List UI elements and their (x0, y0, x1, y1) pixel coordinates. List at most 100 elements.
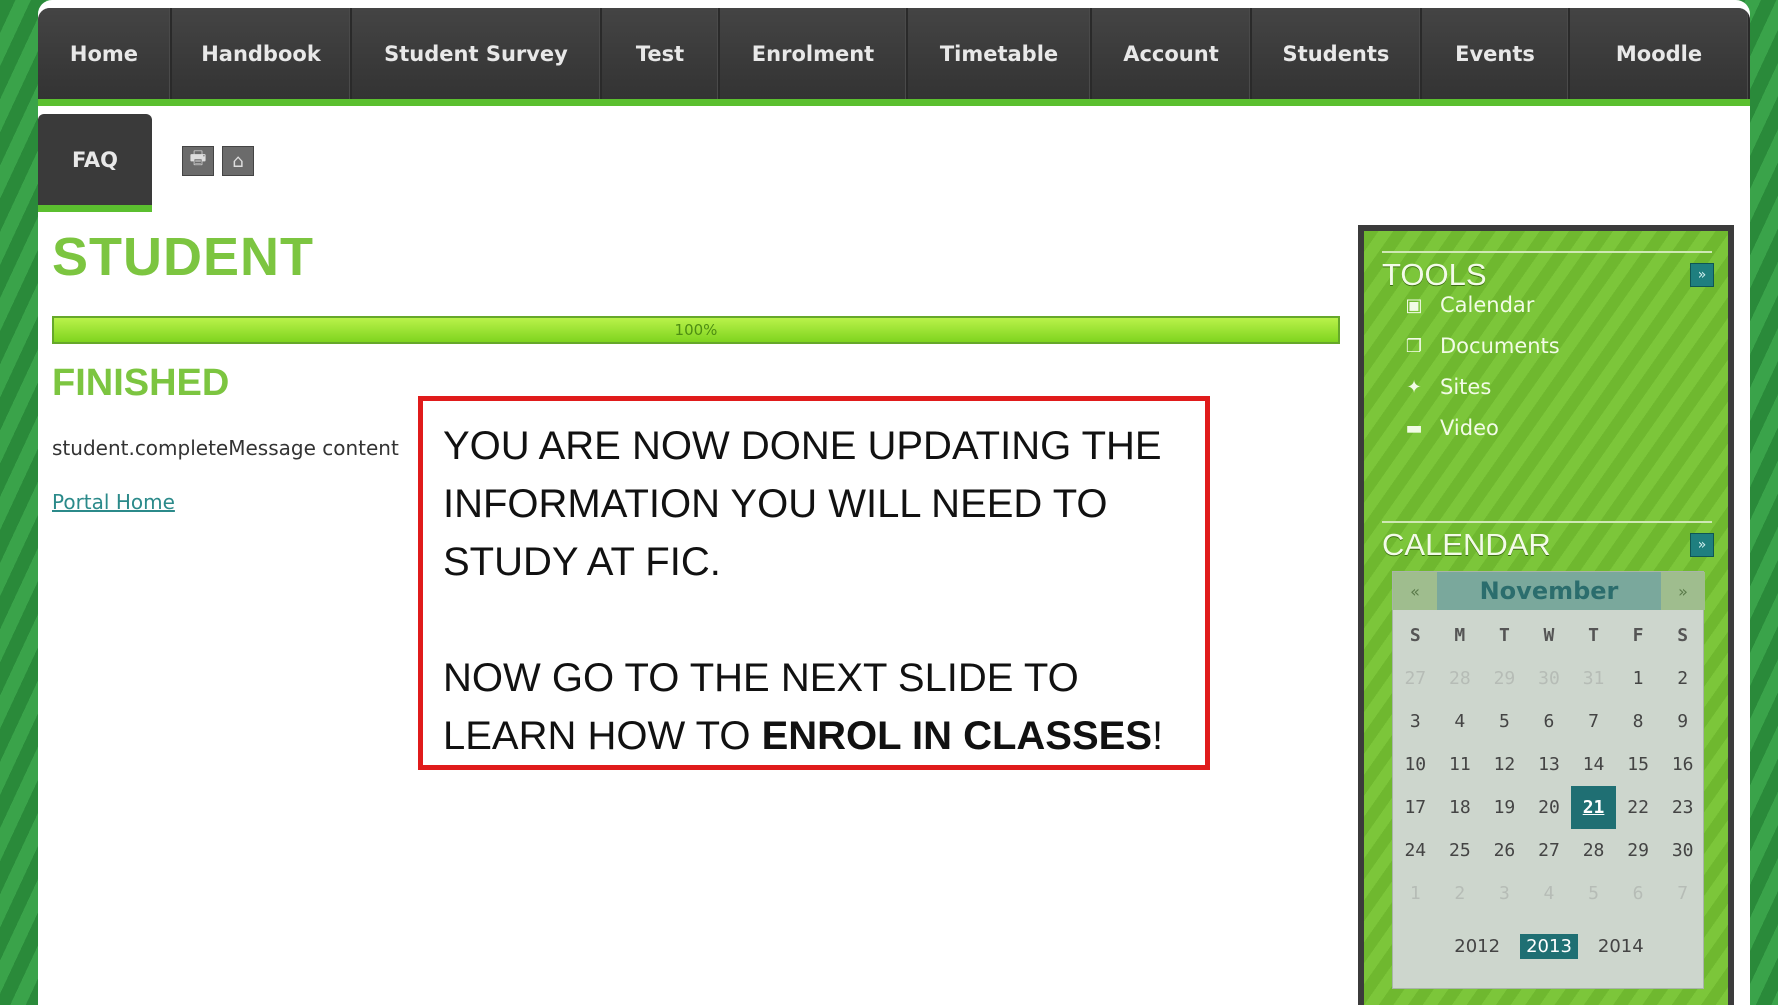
calendar-day[interactable]: 22 (1616, 786, 1661, 829)
calendar-day[interactable]: 2 (1660, 657, 1705, 700)
calendar-day[interactable]: 27 (1393, 657, 1438, 700)
calendar-day[interactable]: 8 (1616, 700, 1661, 743)
calendar-grid: S M T W T F S 27 28 29 30 31 1 2 3 4 5 6 7 8 9 10 11 12 13 14 15 16… (1393, 614, 1705, 915)
calendar-day[interactable]: 6 (1527, 700, 1572, 743)
nav-timetable[interactable]: Timetable (908, 8, 1092, 99)
calendar-day[interactable]: 29 (1482, 657, 1527, 700)
calendar-day[interactable]: 26 (1482, 829, 1527, 872)
instruction-callout: YOU ARE NOW DONE UPDATING THE INFORMATIO… (418, 396, 1210, 770)
calendar-day[interactable]: 12 (1482, 743, 1527, 786)
calendar-day[interactable]: 14 (1571, 743, 1616, 786)
weekday-label: S (1409, 625, 1421, 646)
home-icon[interactable]: ⌂ (222, 146, 254, 176)
calendar-day[interactable]: 5 (1571, 872, 1616, 915)
tool-label: Documents (1440, 334, 1560, 358)
calendar-day[interactable]: 25 (1438, 829, 1483, 872)
calendar-heading: CALENDAR (1382, 527, 1551, 562)
calendar-month: November (1437, 572, 1661, 610)
callout-line: YOU ARE NOW DONE UPDATING THE (443, 424, 1162, 468)
nav-students[interactable]: Students (1252, 8, 1422, 99)
calendar-day[interactable]: 7 (1571, 700, 1616, 743)
documents-icon: ❐ (1405, 335, 1423, 357)
tool-documents[interactable]: ❐ Documents (1402, 334, 1560, 358)
calendar-day[interactable]: 28 (1571, 829, 1616, 872)
calendar-icon: ▣ (1405, 294, 1423, 316)
calendar-day[interactable]: 28 (1438, 657, 1483, 700)
callout-line: NOW GO TO THE NEXT SLIDE TO (443, 656, 1079, 700)
callout-line: STUDY AT FIC. (443, 540, 721, 584)
calendar-day[interactable]: 20 (1527, 786, 1572, 829)
printer-icon[interactable]: 🖶 (182, 146, 214, 176)
calendar-day[interactable]: 16 (1660, 743, 1705, 786)
video-icon: ▬ (1405, 417, 1423, 439)
calendar-day[interactable]: 18 (1438, 786, 1483, 829)
calendar-day[interactable]: 31 (1571, 657, 1616, 700)
calendar-day[interactable]: 4 (1527, 872, 1572, 915)
weekday-label: T (1588, 625, 1599, 646)
page-title: STUDENT (52, 227, 314, 287)
calendar-day[interactable]: 30 (1527, 657, 1572, 700)
calendar-day[interactable]: 10 (1393, 743, 1438, 786)
calendar-day[interactable]: 19 (1482, 786, 1527, 829)
calendar-widget: « November » S M T W T F S 27 28 29 30 31 1 2 3 4 5 6 7 8 9 1… (1392, 571, 1705, 989)
tool-sites[interactable]: ✦ Sites (1402, 375, 1491, 399)
progress-label: 100% (674, 321, 718, 339)
calendar-expand-button[interactable]: » (1690, 533, 1714, 557)
nav-events[interactable]: Events (1422, 8, 1570, 99)
status-heading: FINISHED (52, 362, 230, 404)
calendar-day[interactable]: 6 (1616, 872, 1661, 915)
main-nav: Home Handbook Student Survey Test Enrolment T… (38, 8, 1750, 106)
portal-home-link[interactable]: Portal Home (52, 490, 175, 514)
calendar-day[interactable]: 17 (1393, 786, 1438, 829)
tool-label: Calendar (1440, 293, 1535, 317)
calendar-day[interactable]: 11 (1438, 743, 1483, 786)
tools-heading: TOOLS (1382, 257, 1487, 292)
calendar-day[interactable]: 7 (1660, 872, 1705, 915)
progress-bar: 100% (52, 316, 1340, 344)
nav-home[interactable]: Home (38, 8, 172, 99)
weekday-label: W (1543, 625, 1555, 646)
complete-message: student.completeMessage content (52, 436, 399, 460)
enrol-emphasis: ENROL IN CLASSES (761, 714, 1153, 758)
tool-calendar[interactable]: ▣ Calendar (1402, 293, 1534, 317)
calendar-day-today[interactable]: 21 (1571, 786, 1616, 829)
tool-label: Video (1440, 416, 1499, 440)
calendar-year[interactable]: 2013 (1520, 934, 1578, 959)
calendar-day[interactable]: 23 (1660, 786, 1705, 829)
sites-icon: ✦ (1406, 376, 1422, 398)
calendar-day[interactable]: 13 (1527, 743, 1572, 786)
weekday-label: S (1677, 625, 1689, 646)
calendar-day[interactable]: 3 (1393, 700, 1438, 743)
calendar-day[interactable]: 3 (1482, 872, 1527, 915)
calendar-day[interactable]: 9 (1660, 700, 1705, 743)
calendar-year[interactable]: 2014 (1592, 934, 1650, 959)
calendar-day[interactable]: 4 (1438, 700, 1483, 743)
nav-enrolment[interactable]: Enrolment (720, 8, 908, 99)
calendar-next-button[interactable]: » (1661, 572, 1705, 610)
nav-moodle[interactable]: Moodle (1570, 8, 1750, 99)
calendar-day[interactable]: 5 (1482, 700, 1527, 743)
calendar-prev-button[interactable]: « (1393, 572, 1437, 610)
nav-student-survey[interactable]: Student Survey (352, 8, 602, 99)
weekday-label: F (1632, 625, 1644, 646)
tools-expand-button[interactable]: » (1690, 263, 1714, 287)
divider (1382, 251, 1712, 253)
nav-handbook[interactable]: Handbook (172, 8, 352, 99)
calendar-day[interactable]: 24 (1393, 829, 1438, 872)
calendar-day[interactable]: 30 (1660, 829, 1705, 872)
calendar-day[interactable]: 1 (1616, 657, 1661, 700)
callout-line: INFORMATION YOU WILL NEED TO (443, 482, 1108, 526)
nav-account[interactable]: Account (1092, 8, 1252, 99)
calendar-day[interactable]: 15 (1616, 743, 1661, 786)
tool-video[interactable]: ▬ Video (1402, 416, 1499, 440)
calendar-day[interactable]: 27 (1527, 829, 1572, 872)
nav-test[interactable]: Test (602, 8, 720, 99)
calendar-day[interactable]: 29 (1616, 829, 1661, 872)
weekday-label: T (1498, 625, 1510, 646)
calendar-day[interactable]: 2 (1438, 872, 1483, 915)
tool-label: Sites (1440, 375, 1492, 399)
callout-line: LEARN HOW TO ENROL IN CLASSES! (443, 714, 1164, 758)
calendar-day[interactable]: 1 (1393, 872, 1438, 915)
calendar-year[interactable]: 2012 (1448, 934, 1506, 959)
tab-faq[interactable]: FAQ (38, 114, 152, 212)
